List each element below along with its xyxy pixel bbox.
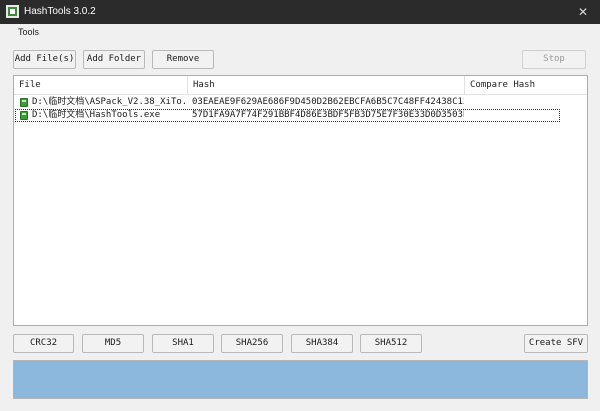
app-icon bbox=[6, 5, 19, 18]
file-path: D:\临时文档\HashTools.exe bbox=[32, 110, 161, 120]
stop-button[interactable]: Stop bbox=[522, 50, 586, 69]
menu-bar bbox=[0, 24, 600, 42]
create-sfv-button[interactable]: Create SFV bbox=[524, 334, 588, 353]
sha384-button[interactable]: SHA384 bbox=[291, 334, 353, 353]
column-header-hash[interactable]: Hash bbox=[188, 76, 465, 95]
sha256-button[interactable]: SHA256 bbox=[221, 334, 283, 353]
file-icon bbox=[20, 111, 28, 120]
list-row[interactable]: D:\临时文档\HashTools.exe 57D1FA9A7F74F291BB… bbox=[15, 109, 560, 122]
file-list[interactable]: File Hash Compare Hash D:\临时文档\ASPack_V2… bbox=[13, 75, 588, 326]
column-header-compare-hash[interactable]: Compare Hash bbox=[465, 76, 587, 95]
close-icon[interactable]: ✕ bbox=[572, 2, 594, 22]
md5-button[interactable]: MD5 bbox=[82, 334, 144, 353]
file-path: D:\临时文档\ASPack_V2.38_XiTo... bbox=[32, 97, 187, 107]
list-row[interactable]: D:\临时文档\ASPack_V2.38_XiTo... 03EAEAE9F62… bbox=[15, 96, 466, 109]
sha512-button[interactable]: SHA512 bbox=[360, 334, 422, 353]
add-folder-button[interactable]: Add Folder bbox=[83, 50, 145, 69]
file-hash: 03EAEAE9F629AE686F9D450D2B62EBCFA6B5C7C4… bbox=[192, 97, 464, 107]
window-title: HashTools 3.0.2 bbox=[24, 6, 96, 17]
menu-tools[interactable]: Tools bbox=[18, 27, 39, 37]
file-hash: 57D1FA9A7F74F291BBF4D86E3BDF5FB3D75E7F30… bbox=[192, 110, 464, 120]
remove-button[interactable]: Remove bbox=[152, 50, 214, 69]
column-header-file[interactable]: File bbox=[14, 76, 188, 95]
file-icon bbox=[20, 98, 28, 107]
sha1-button[interactable]: SHA1 bbox=[152, 334, 214, 353]
crc32-button[interactable]: CRC32 bbox=[13, 334, 74, 353]
add-files-button[interactable]: Add File(s) bbox=[13, 50, 76, 69]
progress-bar bbox=[13, 360, 588, 399]
